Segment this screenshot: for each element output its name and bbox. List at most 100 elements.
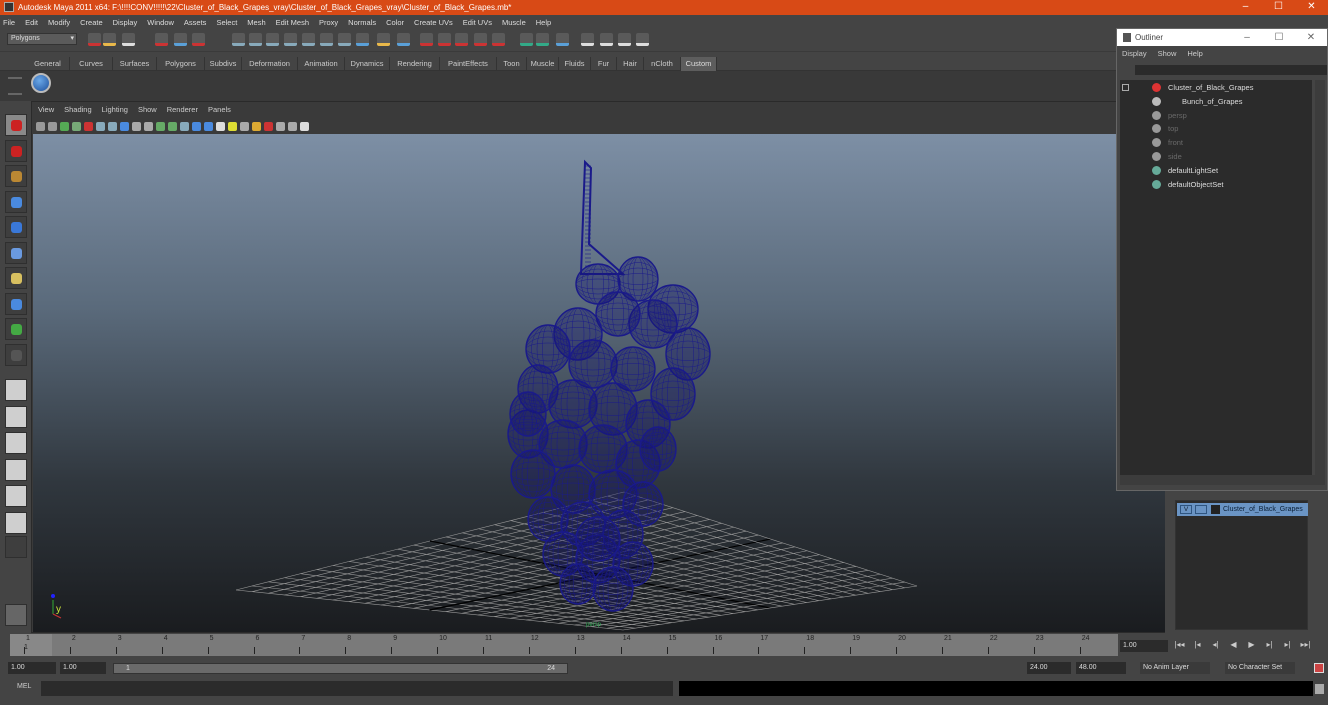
shelf-tab-animation[interactable]: Animation bbox=[298, 57, 345, 71]
play-backwards-button[interactable]: ◀ bbox=[1227, 640, 1240, 649]
viewport-menu-view[interactable]: View bbox=[38, 105, 54, 117]
viewport-toolbar-icon[interactable] bbox=[36, 121, 45, 131]
go-to-start-button[interactable]: |◂◂ bbox=[1173, 640, 1186, 649]
viewport-toolbar-icon[interactable] bbox=[180, 121, 189, 131]
menu-edit-uvs[interactable]: Edit UVs bbox=[463, 18, 492, 27]
paint-select-tool-button[interactable] bbox=[5, 165, 27, 187]
shelf-tab-dynamics[interactable]: Dynamics bbox=[345, 57, 390, 71]
minimize-button[interactable]: – bbox=[1229, 0, 1262, 15]
viewport-toolbar-icon[interactable] bbox=[288, 121, 297, 131]
shelf-tab-painteffects[interactable]: PaintEffects bbox=[440, 57, 497, 71]
status-line-tool-icon[interactable] bbox=[377, 33, 390, 46]
viewport-toolbar-icon[interactable] bbox=[144, 121, 153, 131]
outliner-node[interactable]: defaultObjectSet bbox=[1168, 179, 1223, 191]
menu-display[interactable]: Display bbox=[113, 18, 138, 27]
layer-visibility-toggle[interactable]: V bbox=[1180, 505, 1192, 514]
shelf-menu-handle[interactable] bbox=[8, 77, 22, 95]
move-tool-button[interactable] bbox=[5, 190, 27, 213]
collapse-toggle[interactable] bbox=[1122, 84, 1129, 91]
outliner-node[interactable]: top bbox=[1168, 123, 1178, 135]
outliner-menu-display[interactable]: Display bbox=[1122, 49, 1147, 58]
outliner-node[interactable]: defaultLightSet bbox=[1168, 165, 1218, 177]
status-line-tool-icon[interactable] bbox=[338, 33, 351, 46]
shelf-tab-ncloth[interactable]: nCloth bbox=[644, 57, 681, 71]
status-line-tool-icon[interactable] bbox=[174, 33, 187, 46]
status-line-tool-icon[interactable] bbox=[397, 33, 410, 46]
menu-edit-mesh[interactable]: Edit Mesh bbox=[276, 18, 309, 27]
menu-proxy[interactable]: Proxy bbox=[319, 18, 338, 27]
status-line-tool-icon[interactable] bbox=[266, 33, 279, 46]
status-line-tool-icon[interactable] bbox=[455, 33, 468, 46]
status-line-tool-icon[interactable] bbox=[302, 33, 315, 46]
script-editor-icon[interactable] bbox=[1315, 684, 1324, 694]
viewport-toolbar-icon[interactable] bbox=[132, 121, 141, 131]
layout-single-perspective-button[interactable] bbox=[5, 379, 27, 401]
lasso-tool-button[interactable] bbox=[5, 139, 27, 162]
shelf-tab-fur[interactable]: Fur bbox=[591, 57, 617, 71]
viewport-toolbar-icon[interactable] bbox=[96, 121, 105, 131]
start-time-field[interactable]: 1.00 bbox=[8, 662, 56, 674]
outliner-node[interactable]: front bbox=[1168, 137, 1183, 149]
show-manipulator-button[interactable] bbox=[5, 318, 27, 340]
status-line-tool-icon[interactable] bbox=[618, 33, 631, 46]
time-slider[interactable]: 1 2 3 4 5 6 7 8 9 10 11 12 13 14 15 16 17 18 19 20 21 22 23 24 1 bbox=[10, 634, 1118, 656]
viewport-toolbar-icon[interactable] bbox=[300, 121, 309, 131]
shelf-tab-subdivs[interactable]: Subdivs bbox=[205, 57, 242, 71]
custom-shelf-check-icon[interactable] bbox=[31, 73, 51, 93]
anim-layer-dropdown[interactable]: No Anim Layer bbox=[1140, 662, 1210, 674]
menu-select[interactable]: Select bbox=[216, 18, 237, 27]
outliner-horizontal-scrollbar[interactable] bbox=[1120, 475, 1325, 485]
status-line-tool-icon[interactable] bbox=[103, 33, 116, 46]
outliner-filter-input[interactable] bbox=[1135, 65, 1327, 75]
status-line-tool-icon[interactable] bbox=[420, 33, 433, 46]
layout-persp-graph-button[interactable] bbox=[5, 458, 27, 481]
layer-color-swatch[interactable] bbox=[1211, 505, 1220, 514]
playback-start-field[interactable]: 1.00 bbox=[60, 662, 106, 674]
menu-modify[interactable]: Modify bbox=[48, 18, 70, 27]
close-button[interactable]: ✕ bbox=[1295, 0, 1328, 15]
layout-persp-graph-hypergraph-button[interactable] bbox=[5, 511, 27, 534]
viewport-toolbar-icon[interactable] bbox=[84, 121, 93, 131]
menu-assets[interactable]: Assets bbox=[184, 18, 207, 27]
current-time-field[interactable]: 1.00 bbox=[1120, 640, 1168, 652]
status-line-tool-icon[interactable] bbox=[600, 33, 613, 46]
viewport-toolbar-icon[interactable] bbox=[120, 121, 129, 131]
playback-end-field[interactable]: 24.00 bbox=[1027, 662, 1071, 674]
mel-input[interactable] bbox=[41, 681, 673, 696]
status-line-tool-icon[interactable] bbox=[122, 33, 135, 46]
character-set-dropdown[interactable]: No Character Set bbox=[1225, 662, 1295, 674]
select-tool-button[interactable] bbox=[5, 114, 27, 136]
status-line-tool-icon[interactable] bbox=[581, 33, 594, 46]
range-slider[interactable]: 1 24 bbox=[113, 663, 568, 674]
last-tool-button[interactable] bbox=[5, 343, 27, 366]
viewport-toolbar-icon[interactable] bbox=[240, 121, 249, 131]
viewport-toolbar-icon[interactable] bbox=[216, 121, 225, 131]
mel-label[interactable]: MEL bbox=[17, 683, 31, 690]
shelf-tab-toon[interactable]: Toon bbox=[497, 57, 527, 71]
viewport-toolbar-icon[interactable] bbox=[228, 121, 237, 131]
outliner-menu-help[interactable]: Help bbox=[1187, 49, 1202, 58]
soft-mod-tool-button[interactable] bbox=[5, 292, 27, 315]
viewport-menu-shading[interactable]: Shading bbox=[64, 105, 92, 117]
menu-file[interactable]: File bbox=[3, 18, 15, 27]
universal-manipulator-button[interactable] bbox=[5, 267, 27, 289]
status-line-tool-icon[interactable] bbox=[492, 33, 505, 46]
shelf-tab-surfaces[interactable]: Surfaces bbox=[113, 57, 157, 71]
viewport-menu-lighting[interactable]: Lighting bbox=[102, 105, 128, 117]
viewport-menu-renderer[interactable]: Renderer bbox=[167, 105, 198, 117]
menu-window[interactable]: Window bbox=[147, 18, 174, 27]
viewport-toolbar-icon[interactable] bbox=[72, 121, 81, 131]
status-line-tool-icon[interactable] bbox=[284, 33, 297, 46]
viewport-toolbar-icon[interactable] bbox=[264, 121, 273, 131]
outliner-close-button[interactable]: ✕ bbox=[1295, 29, 1327, 46]
perspective-viewport[interactable]: y persp bbox=[33, 134, 1165, 632]
rotate-tool-button[interactable] bbox=[5, 216, 27, 238]
step-forward-frame-button[interactable]: ▸| bbox=[1281, 640, 1294, 649]
scene-canvas[interactable]: y persp bbox=[33, 134, 1165, 632]
status-line-tool-icon[interactable] bbox=[474, 33, 487, 46]
viewport-toolbar-icon[interactable] bbox=[192, 121, 201, 131]
scale-tool-button[interactable] bbox=[5, 241, 27, 264]
viewport-toolbar-icon[interactable] bbox=[276, 121, 285, 131]
status-line-tool-icon[interactable] bbox=[536, 33, 549, 46]
menu-normals[interactable]: Normals bbox=[348, 18, 376, 27]
